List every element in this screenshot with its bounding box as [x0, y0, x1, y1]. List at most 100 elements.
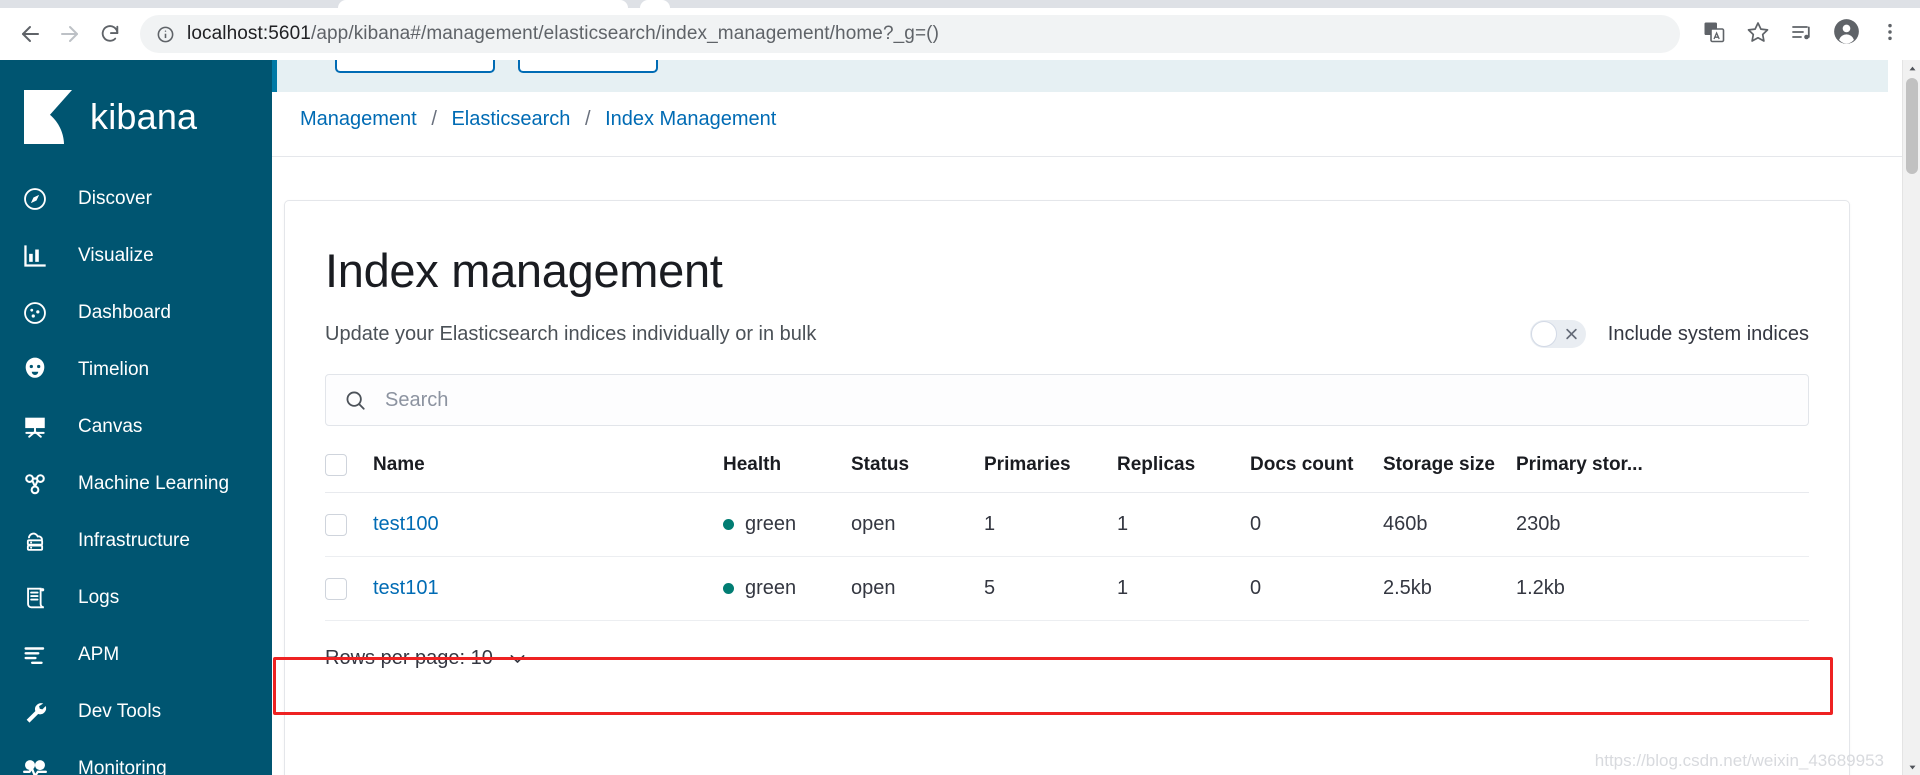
sidebar-item-infrastructure[interactable]: Infrastructure [0, 512, 272, 569]
reload-icon [99, 23, 121, 45]
callout-primary-button[interactable] [335, 60, 495, 73]
sidebar-item-discover[interactable]: Discover [0, 170, 272, 227]
breadcrumb-item-index-management[interactable]: Index Management [605, 108, 776, 130]
cell-replicas: 1 [1117, 492, 1250, 557]
search-field-wrapper[interactable] [325, 374, 1809, 426]
column-header-primaries[interactable]: Primaries [984, 436, 1117, 493]
sidebar-item-label: Logs [78, 586, 120, 608]
address-bar[interactable]: localhost:5601/app/kibana#/management/el… [140, 15, 1680, 53]
browser-tabstrip [0, 0, 1920, 8]
forward-arrow-icon [58, 22, 82, 46]
column-header-docs-count[interactable]: Docs count [1250, 436, 1383, 493]
forward-button[interactable] [50, 14, 90, 54]
bar-chart-icon [22, 243, 58, 269]
page-scrollbar[interactable] [1902, 60, 1920, 775]
site-info-icon[interactable] [156, 25, 175, 44]
sidebar-item-label: Infrastructure [78, 529, 190, 551]
sidebar-item-apm[interactable]: APM [0, 626, 272, 683]
cell-health: green [723, 492, 851, 557]
bookmark-button[interactable] [1736, 12, 1780, 56]
sidebar-item-dev-tools[interactable]: Dev Tools [0, 683, 272, 740]
subtitle-row: Update your Elasticsearch indices indivi… [325, 320, 1809, 348]
reload-button[interactable] [90, 14, 130, 54]
cell-primaries: 5 [984, 556, 1117, 621]
sidebar-item-visualize[interactable]: Visualize [0, 227, 272, 284]
sidebar-item-label: Machine Learning [78, 472, 230, 494]
chrome-menu-button[interactable] [1868, 12, 1912, 56]
media-button[interactable] [1780, 12, 1824, 56]
bookmark-star-icon [1746, 20, 1770, 49]
machine-learning-icon [22, 471, 58, 497]
browser-tab-active[interactable] [338, 0, 628, 8]
column-header-primary-storage-size[interactable]: Primary stor... [1516, 436, 1809, 493]
callout-box [272, 60, 1888, 92]
health-status-dot [723, 519, 734, 530]
cell-status: open [851, 492, 984, 557]
scroll-up-arrow-icon[interactable] [1903, 60, 1920, 76]
table-row[interactable]: test101 green open 5 1 0 2.5kb 1.2kb [325, 556, 1809, 621]
callout-secondary-button[interactable] [518, 60, 658, 73]
scrollbar-thumb[interactable] [1906, 78, 1918, 174]
toggle-off-x-icon [1564, 327, 1579, 342]
sidebar-item-label: Discover [78, 187, 152, 209]
sidebar-item-monitoring[interactable]: Monitoring [0, 740, 272, 775]
breadcrumb-item-elasticsearch[interactable]: Elasticsearch [451, 108, 570, 130]
column-header-replicas[interactable]: Replicas [1117, 436, 1250, 493]
health-label: green [745, 577, 797, 599]
breadcrumb-item-management[interactable]: Management [300, 108, 417, 130]
rows-per-page-selector[interactable]: Rows per page: 10 [325, 647, 528, 670]
cell-health: green [723, 556, 851, 621]
column-header-storage-size[interactable]: Storage size [1383, 436, 1516, 493]
row-checkbox[interactable] [325, 577, 347, 600]
table-body: test100 green open 1 1 0 460b 230b test1… [325, 492, 1809, 621]
toggle-knob [1530, 321, 1557, 347]
column-header-health[interactable]: Health [723, 436, 851, 493]
search-input[interactable] [383, 387, 1790, 413]
health-label: green [745, 513, 797, 535]
kibana-wordmark: kibana [90, 96, 198, 137]
three-dot-menu-icon [1879, 21, 1901, 48]
sidebar-item-label: APM [78, 643, 120, 665]
logs-icon [22, 585, 58, 611]
back-button[interactable] [10, 14, 50, 54]
wrench-icon [22, 699, 58, 725]
cell-name: test100 [373, 492, 723, 557]
profile-avatar-icon [1833, 18, 1860, 50]
sidebar-item-label: Visualize [78, 244, 154, 266]
table-header: Name Health Status Primaries Replicas Do… [325, 436, 1809, 493]
sidebar-item-timelion[interactable]: Timelion [0, 341, 272, 398]
row-checkbox[interactable] [325, 513, 347, 536]
browser-tab-secondary[interactable] [640, 0, 670, 8]
sidebar-item-logs[interactable]: Logs [0, 569, 272, 626]
sidebar-item-machine-learning[interactable]: Machine Learning [0, 455, 272, 512]
kibana-brand[interactable]: kibana [0, 74, 272, 156]
sidebar-item-dashboard[interactable]: Dashboard [0, 284, 272, 341]
sidebar-item-label: Canvas [78, 415, 143, 437]
breadcrumb-divider [272, 156, 1920, 157]
page-body: kibana Discover Visualize Dashboard Time… [0, 60, 1920, 775]
url-host: localhost:5601 [187, 23, 311, 44]
translate-button[interactable]: G [1692, 12, 1736, 56]
include-system-indices-control[interactable]: Include system indices [1529, 320, 1809, 348]
callout-banner [272, 60, 1888, 92]
sidebar-item-canvas[interactable]: Canvas [0, 398, 272, 455]
kibana-logo-icon [22, 88, 74, 146]
index-link[interactable]: test100 [373, 513, 439, 535]
timelion-icon [22, 357, 58, 383]
include-system-indices-toggle[interactable] [1529, 320, 1586, 348]
infrastructure-icon [22, 528, 58, 554]
cell-status: open [851, 556, 984, 621]
canvas-icon [22, 414, 58, 440]
column-header-name[interactable]: Name [373, 436, 723, 493]
scroll-down-arrow-icon[interactable] [1903, 759, 1920, 775]
table-row[interactable]: test100 green open 1 1 0 460b 230b [325, 492, 1809, 557]
profile-button[interactable] [1824, 12, 1868, 56]
index-link[interactable]: test101 [373, 577, 439, 599]
back-arrow-icon [18, 22, 42, 46]
column-header-status[interactable]: Status [851, 436, 984, 493]
kibana-sidebar: kibana Discover Visualize Dashboard Time… [0, 60, 272, 775]
page-subtitle: Update your Elasticsearch indices indivi… [325, 322, 817, 345]
select-all-checkbox[interactable] [325, 454, 347, 476]
compass-icon [22, 186, 58, 212]
cell-primary-storage-size: 1.2kb [1516, 556, 1809, 621]
